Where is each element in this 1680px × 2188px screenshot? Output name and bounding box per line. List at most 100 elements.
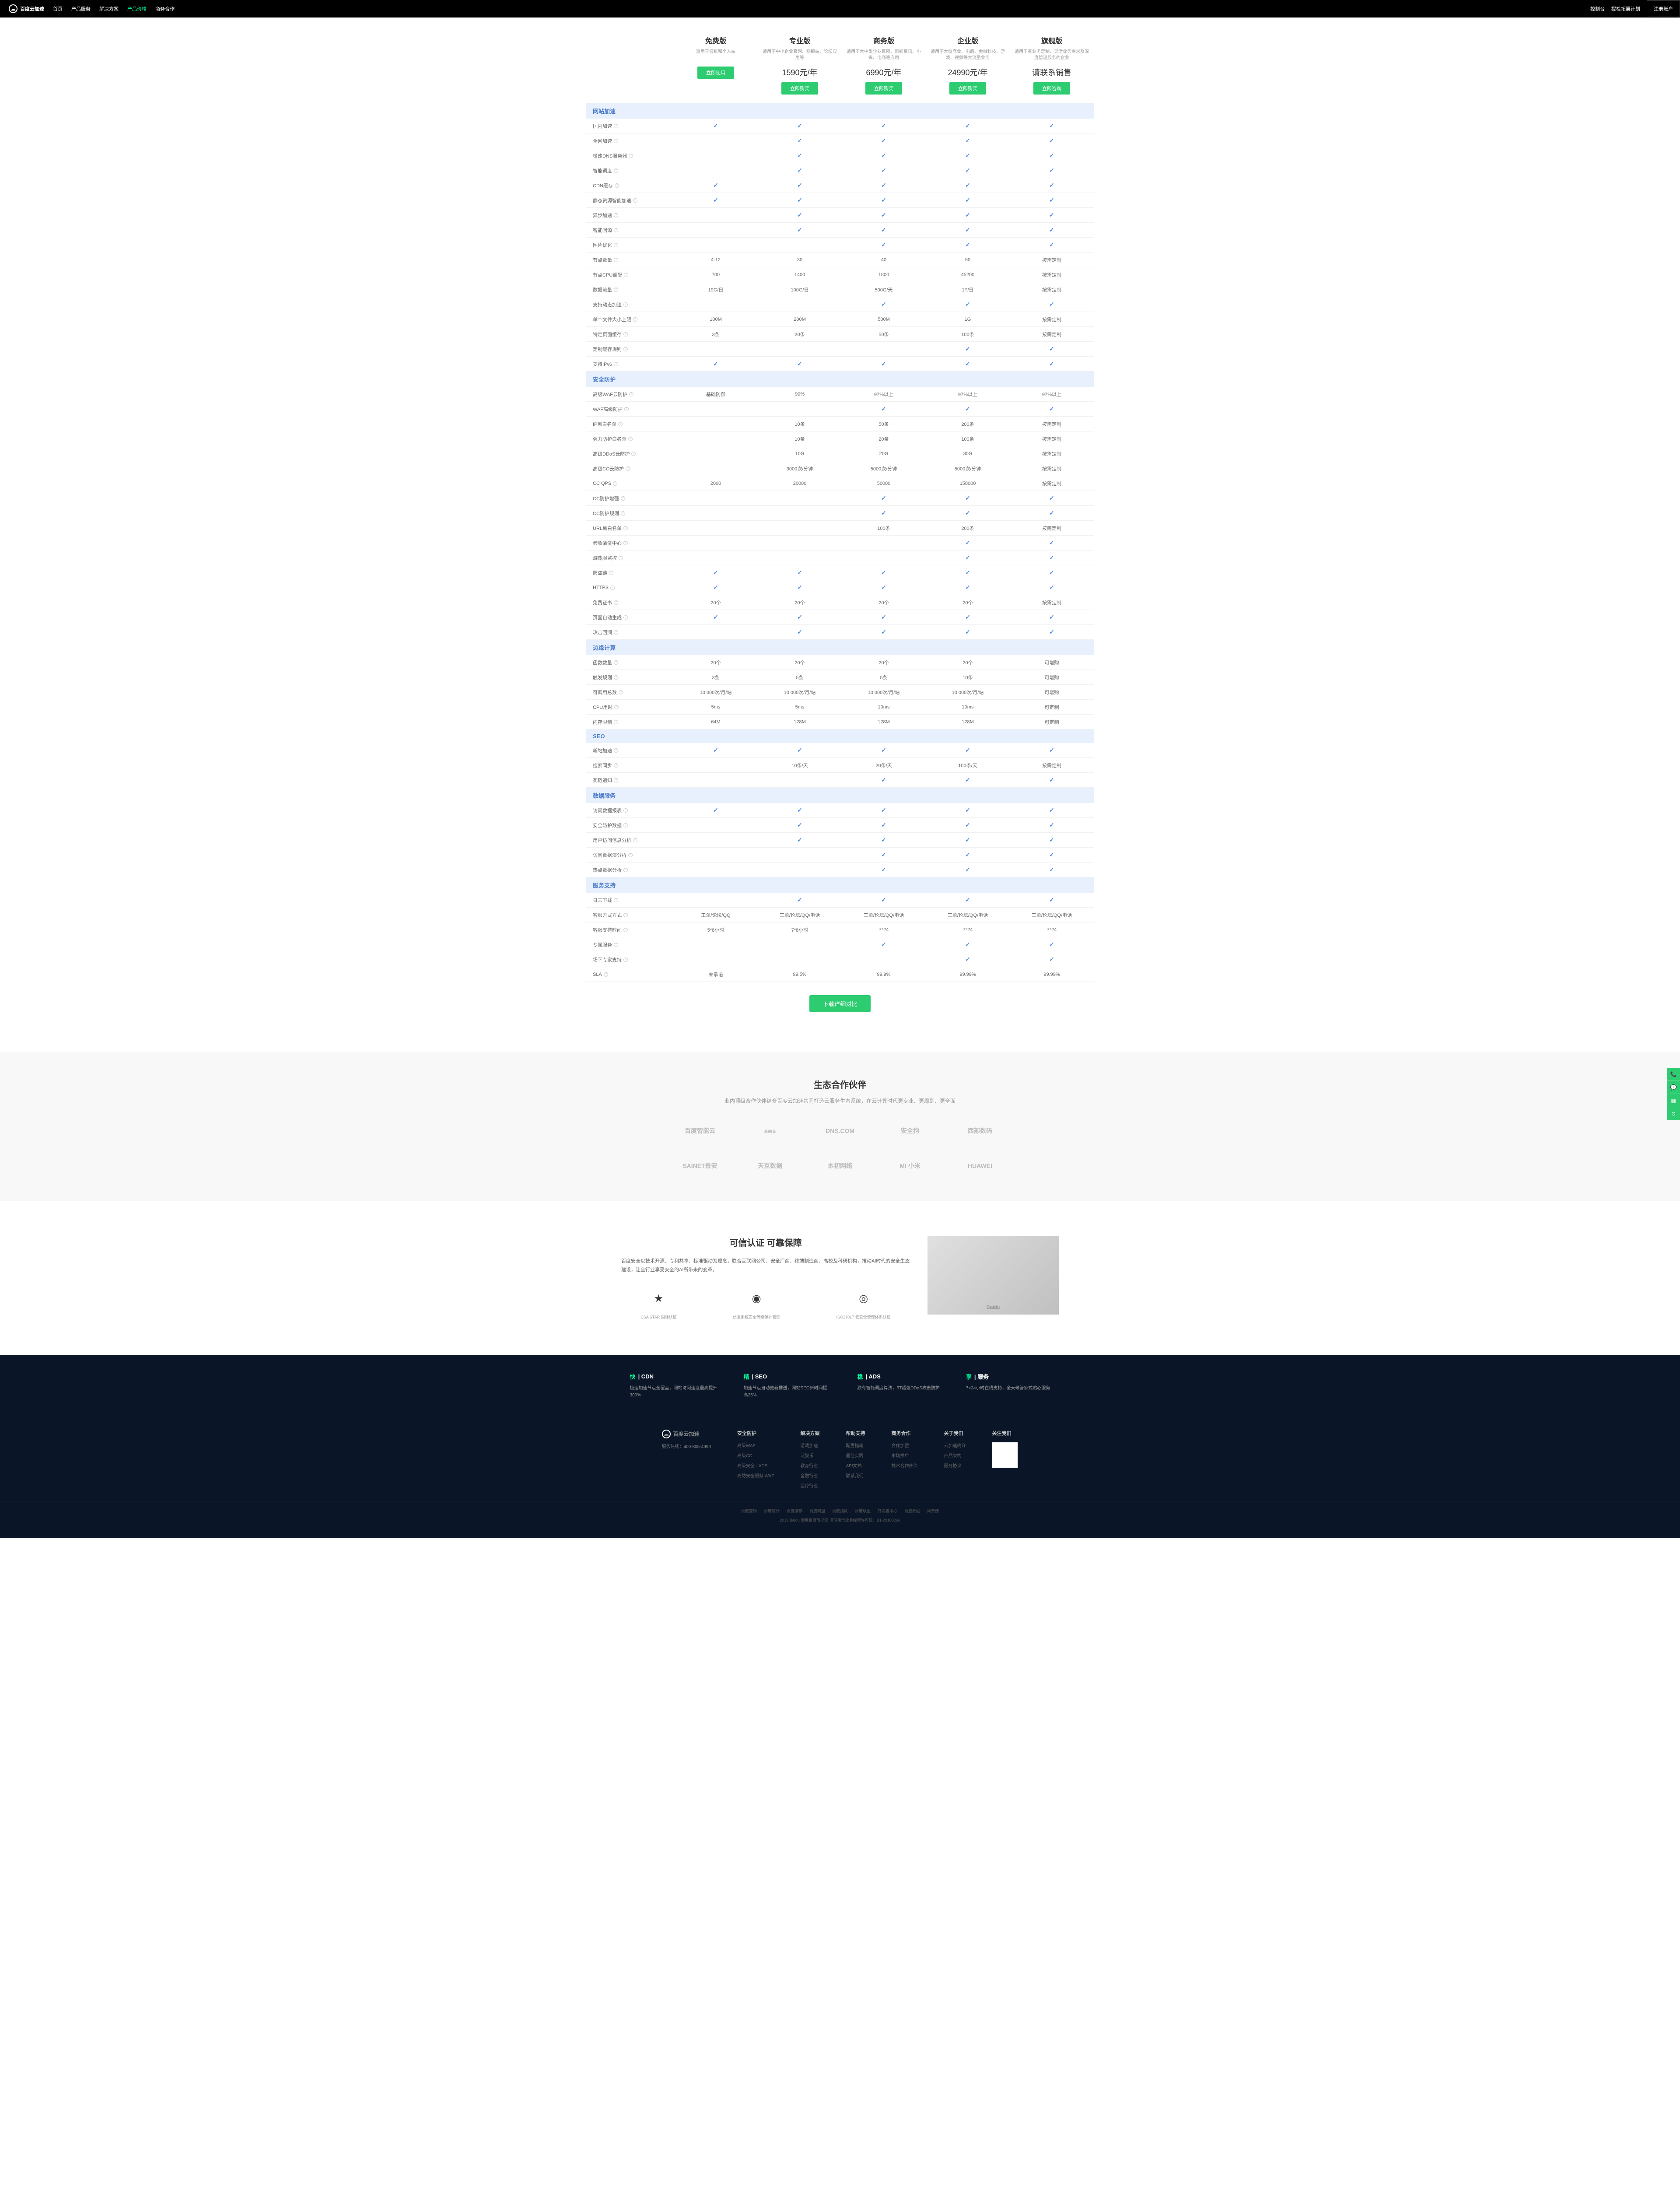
footer-bottom-link[interactable]: 百度统计 xyxy=(764,1509,780,1513)
info-icon[interactable]: ? xyxy=(618,422,623,426)
footer-link[interactable]: 配置指南 xyxy=(846,1442,865,1448)
info-icon[interactable]: ? xyxy=(626,466,630,471)
info-icon[interactable]: ? xyxy=(621,496,625,501)
logo[interactable]: ☁百度云加速 xyxy=(9,4,44,13)
footer-link[interactable]: 金融行业 xyxy=(800,1472,819,1479)
info-icon[interactable]: ? xyxy=(624,273,628,277)
nav-expand[interactable]: 提检拓展计划 xyxy=(1611,5,1640,12)
info-icon[interactable]: ? xyxy=(633,198,637,203)
footer-bottom-link[interactable]: 风云榜 xyxy=(927,1509,939,1513)
info-icon[interactable]: ? xyxy=(629,154,633,158)
info-icon[interactable]: ? xyxy=(623,823,628,828)
nav-pricing[interactable]: 产品价格 xyxy=(127,5,147,12)
info-icon[interactable]: ? xyxy=(614,168,618,173)
footer-bottom-link[interactable]: 百度推荐 xyxy=(787,1509,802,1513)
info-icon[interactable]: ? xyxy=(633,317,637,322)
info-icon[interactable]: ? xyxy=(624,407,629,411)
footer-link[interactable]: 泛娱乐 xyxy=(800,1452,819,1459)
info-icon[interactable]: ? xyxy=(623,615,628,620)
info-icon[interactable]: ? xyxy=(614,720,618,724)
footer-bottom-link[interactable]: 百度网盟 xyxy=(809,1509,825,1513)
nav-business[interactable]: 商务合作 xyxy=(155,5,175,12)
plan-buy-button[interactable]: 立即使用 xyxy=(697,67,734,79)
footer-link[interactable]: 高级CC xyxy=(737,1452,774,1459)
chat-icon[interactable]: 💬 xyxy=(1667,1081,1680,1094)
plan-buy-button[interactable]: 立即购买 xyxy=(865,82,902,95)
info-icon[interactable]: ? xyxy=(614,660,618,665)
info-icon[interactable]: ? xyxy=(609,571,613,575)
info-icon[interactable]: ? xyxy=(614,600,618,605)
info-icon[interactable]: ? xyxy=(631,452,636,456)
footer-link[interactable]: 高级WAF xyxy=(737,1442,774,1448)
info-icon[interactable]: ? xyxy=(621,511,625,515)
footer-bottom-link[interactable]: 百度数据 xyxy=(904,1509,920,1513)
footer-bottom-link[interactable]: 百度营销 xyxy=(741,1509,757,1513)
top-icon[interactable]: ⊙ xyxy=(1667,1107,1680,1120)
info-icon[interactable]: ? xyxy=(614,228,618,232)
info-icon[interactable]: ? xyxy=(623,957,628,962)
footer-link[interactable]: 医疗行业 xyxy=(800,1482,819,1489)
footer-link[interactable]: 服务协议 xyxy=(944,1462,966,1469)
nav-products[interactable]: 产品服务 xyxy=(71,5,91,12)
footer-link[interactable]: 云加速简介 xyxy=(944,1442,966,1448)
footer-link[interactable]: 教育行业 xyxy=(800,1462,819,1469)
info-icon[interactable]: ? xyxy=(614,139,618,143)
register-button[interactable]: 注册账户 xyxy=(1647,0,1680,17)
footer-link[interactable]: 市场推广 xyxy=(891,1452,917,1459)
plan-buy-button[interactable]: 立即咨询 xyxy=(1033,82,1070,95)
info-icon[interactable]: ? xyxy=(614,898,618,902)
footer-link[interactable]: 最佳实践 xyxy=(846,1452,865,1459)
info-icon[interactable]: ? xyxy=(613,481,617,486)
footer-link[interactable]: 合作加盟 xyxy=(891,1442,917,1448)
plan-buy-button[interactable]: 立即购买 xyxy=(949,82,986,95)
info-icon[interactable]: ? xyxy=(610,586,615,590)
plan-buy-button[interactable]: 立即购买 xyxy=(781,82,818,95)
info-icon[interactable]: ? xyxy=(614,763,618,768)
nav-console[interactable]: 控制台 xyxy=(1590,5,1605,12)
info-icon[interactable]: ? xyxy=(629,392,634,396)
footer-link[interactable]: API文档 xyxy=(846,1462,865,1469)
info-icon[interactable]: ? xyxy=(623,541,628,545)
footer-link[interactable]: 联系我们 xyxy=(846,1472,865,1479)
footer-link[interactable]: 高防安全服务 WAF xyxy=(737,1472,774,1479)
info-icon[interactable]: ? xyxy=(614,778,618,782)
info-icon[interactable]: ? xyxy=(614,943,618,947)
footer-bottom-link[interactable]: 开发者中心 xyxy=(878,1509,897,1513)
info-icon[interactable]: ? xyxy=(604,972,608,977)
nav-solutions[interactable]: 解决方案 xyxy=(99,5,119,12)
info-icon[interactable]: ? xyxy=(623,347,628,351)
info-icon[interactable]: ? xyxy=(623,913,628,917)
info-icon[interactable]: ? xyxy=(614,630,618,635)
info-icon[interactable]: ? xyxy=(628,853,633,857)
info-icon[interactable]: ? xyxy=(623,928,628,932)
info-icon[interactable]: ? xyxy=(614,362,618,366)
info-icon[interactable]: ? xyxy=(623,526,628,530)
qr-icon[interactable]: ▦ xyxy=(1667,1094,1680,1107)
info-icon[interactable]: ? xyxy=(614,243,618,247)
info-icon[interactable]: ? xyxy=(615,183,619,188)
phone-icon[interactable]: 📞 xyxy=(1667,1068,1680,1081)
info-icon[interactable]: ? xyxy=(614,748,618,753)
nav-home[interactable]: 首页 xyxy=(53,5,63,12)
footer-bottom-link[interactable]: 百度指数 xyxy=(832,1509,848,1513)
info-icon[interactable]: ? xyxy=(633,838,637,842)
info-icon[interactable]: ? xyxy=(623,302,628,307)
info-icon[interactable]: ? xyxy=(628,437,633,441)
info-icon[interactable]: ? xyxy=(623,808,628,813)
info-icon[interactable]: ? xyxy=(614,124,618,128)
footer-link[interactable]: 技术合作伙伴 xyxy=(891,1462,917,1469)
footer-link[interactable]: 产品架构 xyxy=(944,1452,966,1459)
info-icon[interactable]: ? xyxy=(623,332,628,337)
info-icon[interactable]: ? xyxy=(619,690,623,694)
info-icon[interactable]: ? xyxy=(614,705,619,709)
footer-link[interactable]: 高级安全 - ADS xyxy=(737,1462,774,1469)
info-icon[interactable]: ? xyxy=(614,213,618,217)
info-icon[interactable]: ? xyxy=(614,675,618,680)
info-icon[interactable]: ? xyxy=(623,868,628,872)
download-compare-button[interactable]: 下载详细对比 xyxy=(809,995,871,1012)
footer-bottom-link[interactable]: 百度联盟 xyxy=(855,1509,871,1513)
info-icon[interactable]: ? xyxy=(614,288,618,292)
footer-link[interactable]: 游戏加速 xyxy=(800,1442,819,1448)
info-icon[interactable]: ? xyxy=(614,258,618,262)
info-icon[interactable]: ? xyxy=(619,556,623,560)
